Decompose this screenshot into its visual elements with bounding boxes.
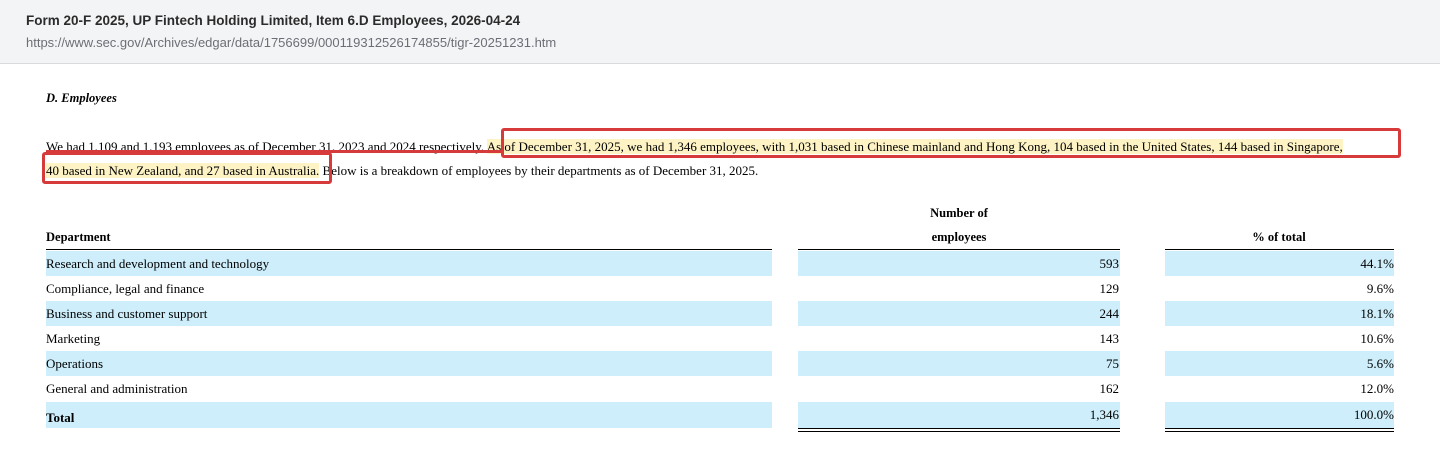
header-percent: % of total [1252, 230, 1306, 244]
table-row: Operations 75 5.6% [46, 351, 1394, 376]
paragraph-breakdown-text: Below is a breakdown of employees by the… [319, 163, 759, 178]
total-percent-cell: 100.0% [1353, 407, 1394, 422]
percent-cell: 5.6% [1366, 356, 1394, 371]
table-row: Compliance, legal and finance 129 9.6% [46, 276, 1394, 301]
total-count-cell: 1,346 [1089, 407, 1119, 422]
total-double-rule [798, 428, 1120, 432]
table-row: Research and development and technology … [46, 251, 1394, 276]
department-cell: Operations [46, 356, 104, 371]
row-shade [46, 402, 772, 428]
percent-cell: 18.1% [1360, 306, 1394, 321]
department-cell: Research and development and technology [46, 256, 270, 271]
source-url-link[interactable]: https://www.sec.gov/Archives/edgar/data/… [26, 35, 556, 50]
percent-cell: 12.0% [1360, 381, 1394, 396]
row-shade [798, 351, 1120, 376]
row-shade [798, 402, 1120, 428]
header-rule [798, 249, 1120, 250]
count-cell: 143 [1099, 331, 1120, 346]
page-title: Form 20-F 2025, UP Fintech Holding Limit… [26, 13, 521, 28]
total-row: Total 1,346 100.0% [46, 402, 1394, 428]
department-cell: Marketing [46, 331, 101, 346]
annotation-highlight-box [501, 128, 1401, 158]
row-shade [1165, 351, 1394, 376]
department-cell: Business and customer support [46, 306, 208, 321]
annotation-highlight-box [42, 152, 332, 184]
table-row: Marketing 143 10.6% [46, 326, 1394, 351]
percent-cell: 44.1% [1360, 256, 1394, 271]
count-cell: 593 [1099, 256, 1120, 271]
department-cell: Compliance, legal and finance [46, 281, 205, 296]
count-cell: 244 [1099, 306, 1120, 321]
table-row: Business and customer support 244 18.1% [46, 301, 1394, 326]
page-header: Form 20-F 2025, UP Fintech Holding Limit… [0, 0, 1440, 64]
header-department: Department [46, 230, 111, 244]
count-cell: 75 [1106, 356, 1119, 371]
row-shade [798, 301, 1120, 326]
total-label: Total [46, 410, 75, 425]
row-shade [46, 351, 772, 376]
count-cell: 129 [1099, 281, 1120, 296]
header-rule [1165, 249, 1394, 250]
header-count-line1: Number of [930, 206, 988, 220]
row-shade [798, 251, 1120, 276]
section-heading: D. Employees [46, 91, 117, 105]
percent-cell: 10.6% [1360, 331, 1394, 346]
header-rule [46, 249, 772, 250]
header-count-line2: employees [931, 230, 987, 244]
count-cell: 162 [1099, 381, 1120, 396]
total-double-rule [1165, 428, 1394, 432]
table-row: General and administration 162 12.0% [46, 376, 1394, 401]
percent-cell: 9.6% [1366, 281, 1394, 296]
department-cell: General and administration [46, 381, 188, 396]
